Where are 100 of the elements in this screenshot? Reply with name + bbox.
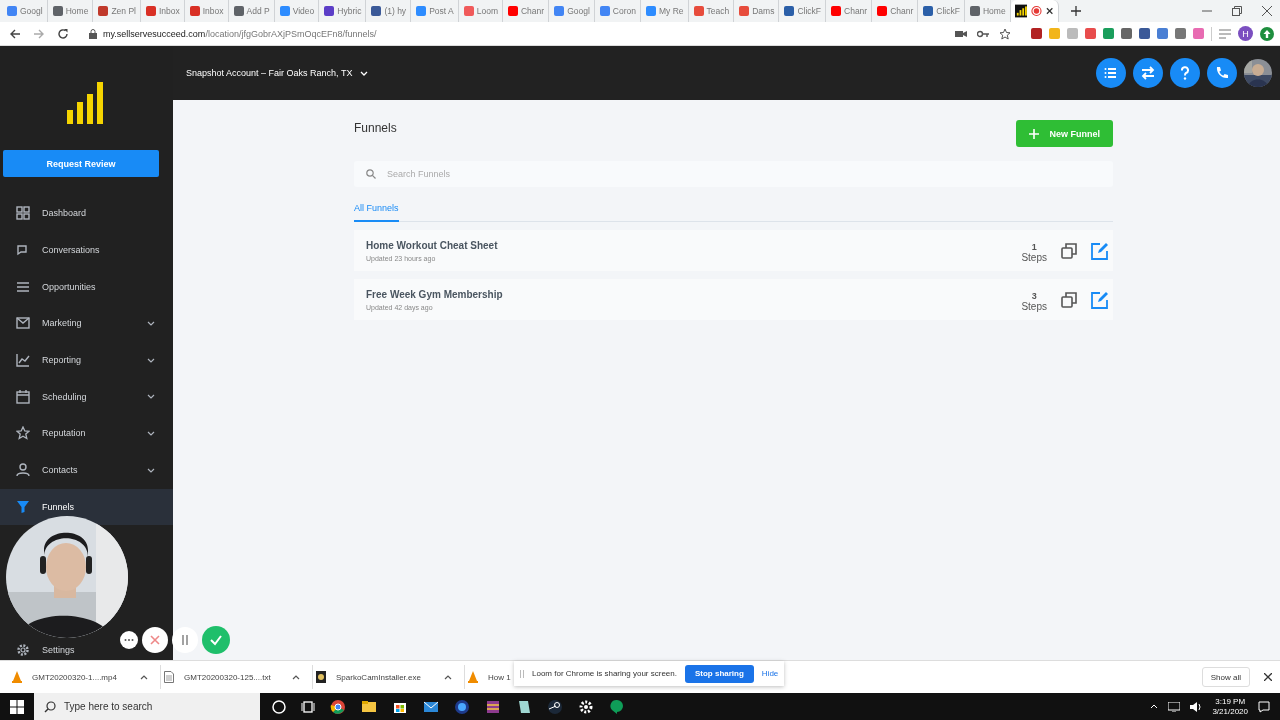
stop-sharing-button[interactable]: Stop sharing: [684, 664, 754, 683]
tab-title: Googl: [20, 6, 43, 16]
tab-title: (1) hy: [384, 6, 407, 16]
folder-icon[interactable]: [361, 698, 377, 715]
tab-title: Post A: [429, 6, 454, 16]
step-count: 1: [1030, 242, 1038, 252]
notification-text: Loom for Chrome is sharing your screen.: [532, 669, 677, 678]
sidebar-item[interactable]: Scheduling: [0, 378, 173, 416]
page-title: Funnels: [354, 121, 397, 135]
bar-chart-icon: [1014, 4, 1028, 18]
sidebar-item[interactable]: Marketing: [0, 305, 173, 342]
download-item[interactable]: SparkoCamInstaller.exe: [316, 665, 465, 689]
hangouts-icon[interactable]: [609, 698, 625, 715]
star-icon: [16, 426, 30, 441]
address-bar[interactable]: my.sellservesucceed.com/location/jfgGobrAXjPSmOqcEFn8/funnels/: [81, 23, 1019, 44]
network-icon[interactable]: [1168, 701, 1181, 712]
download-item[interactable]: GMT20200320-1....mp4: [12, 665, 161, 689]
browser-tab[interactable]: [1010, 0, 1059, 22]
extension-icon[interactable]: [1157, 28, 1168, 39]
url-text: my.sellservesucceed.com/location/jfgGobrAXjPSmOqcEFn8/funnels/: [103, 28, 377, 39]
tab-title: Chanr: [520, 6, 545, 16]
swap-arrows-icon: [1141, 66, 1155, 80]
envelope-icon: [16, 316, 30, 331]
copy-icon[interactable]: [1061, 291, 1077, 308]
new-tab-icon[interactable]: [1070, 6, 1081, 16]
extension-icon[interactable]: [1139, 28, 1150, 39]
circle-app-icon[interactable]: [454, 698, 470, 715]
new-funnel-button[interactable]: New Funnel: [1016, 120, 1113, 147]
line-chart-icon: [16, 353, 30, 368]
close-icon[interactable]: [1264, 673, 1272, 681]
person-icon: [16, 463, 30, 478]
tab-title: Coron: [612, 6, 636, 16]
extension-icon[interactable]: [1175, 28, 1186, 39]
search-icon: [366, 169, 376, 179]
list-button[interactable]: [1096, 58, 1126, 88]
cortana-icon[interactable]: [272, 699, 286, 714]
extension-icon[interactable]: [1031, 28, 1042, 39]
close-icon[interactable]: [142, 627, 168, 653]
tab-title: Chanr: [890, 6, 914, 16]
caret-up-icon[interactable]: [444, 674, 452, 680]
gear-icon[interactable]: [578, 698, 594, 715]
speaker-icon[interactable]: [1190, 701, 1203, 712]
download-item[interactable]: GMT20200320-125....txt: [164, 665, 313, 689]
request-review-button[interactable]: Request Review: [3, 150, 159, 177]
chevron-down-icon: [360, 70, 369, 76]
filter-tab[interactable]: All Funnels: [354, 203, 399, 222]
sidebar-item[interactable]: Dashboard: [0, 195, 173, 232]
chrome-icon[interactable]: [330, 698, 346, 715]
tab-title: ClickF: [936, 6, 960, 16]
copy-icon[interactable]: [1061, 242, 1077, 259]
hide-button[interactable]: Hide: [761, 669, 779, 678]
help-button[interactable]: [1170, 58, 1200, 88]
sidebar-item[interactable]: Opportunities: [0, 268, 173, 306]
windows-start-icon[interactable]: [10, 699, 24, 714]
tab-title: Add P: [246, 6, 270, 16]
download-item[interactable]: How 1: [468, 665, 511, 689]
camera-icon[interactable]: [955, 28, 967, 39]
clock-time: 3:19 PM: [1214, 696, 1247, 707]
tab-title: Dams: [752, 6, 775, 16]
funnel-name[interactable]: Free Week Gym Membership: [366, 288, 1008, 300]
sidebar-item[interactable]: Contacts: [0, 451, 173, 489]
phone-button[interactable]: [1207, 58, 1237, 88]
funnel-icon: [16, 499, 30, 514]
notification-icon[interactable]: [1258, 700, 1270, 713]
sidebar-item[interactable]: Settings: [0, 640, 83, 660]
funnel-name[interactable]: Home Workout Cheat Sheet: [366, 239, 1008, 251]
profile-avatar[interactable]: H: [1238, 26, 1253, 41]
sidebar-item[interactable]: Conversations: [0, 231, 173, 269]
task-view-icon[interactable]: [301, 699, 315, 714]
more-icon[interactable]: [120, 631, 138, 649]
edit-icon[interactable]: [1091, 290, 1109, 309]
account-dropdown[interactable]: Snapshot Account – Fair Oaks Ranch, TX: [186, 68, 369, 78]
close-icon[interactable]: [1262, 6, 1272, 16]
check-icon[interactable]: [202, 626, 230, 654]
swap-arrows-button[interactable]: [1133, 58, 1163, 88]
pause-icon[interactable]: [172, 627, 198, 653]
show-all-button[interactable]: Show all: [1201, 667, 1250, 687]
notepad-icon[interactable]: [516, 698, 532, 715]
archive-icon[interactable]: [485, 698, 501, 715]
drag-handle-icon: [520, 669, 524, 678]
sidebar-item[interactable]: Reporting: [0, 341, 173, 379]
caret-up-icon[interactable]: [140, 674, 148, 680]
caret-up-icon[interactable]: [292, 674, 300, 680]
extension-icon[interactable]: [1121, 28, 1132, 39]
chevron-down-icon: [147, 357, 155, 363]
sidebar-item[interactable]: Funnels: [0, 488, 173, 526]
reload-icon[interactable]: [57, 27, 69, 40]
sidebar-item[interactable]: Reputation: [0, 415, 173, 452]
tab-title: Teach: [706, 6, 730, 16]
steam-icon[interactable]: [547, 698, 563, 715]
star-icon[interactable]: [999, 27, 1011, 40]
tab-title: Googl: [567, 6, 590, 16]
update-icon[interactable]: [1260, 26, 1274, 41]
restore-icon[interactable]: [1232, 6, 1242, 16]
key-icon[interactable]: [977, 28, 989, 39]
tab-title: Chanr: [844, 6, 868, 16]
chevron-down-icon: [147, 320, 155, 326]
back-icon[interactable]: [9, 27, 21, 40]
close-icon[interactable]: [1046, 7, 1054, 15]
edit-icon[interactable]: [1091, 241, 1109, 260]
